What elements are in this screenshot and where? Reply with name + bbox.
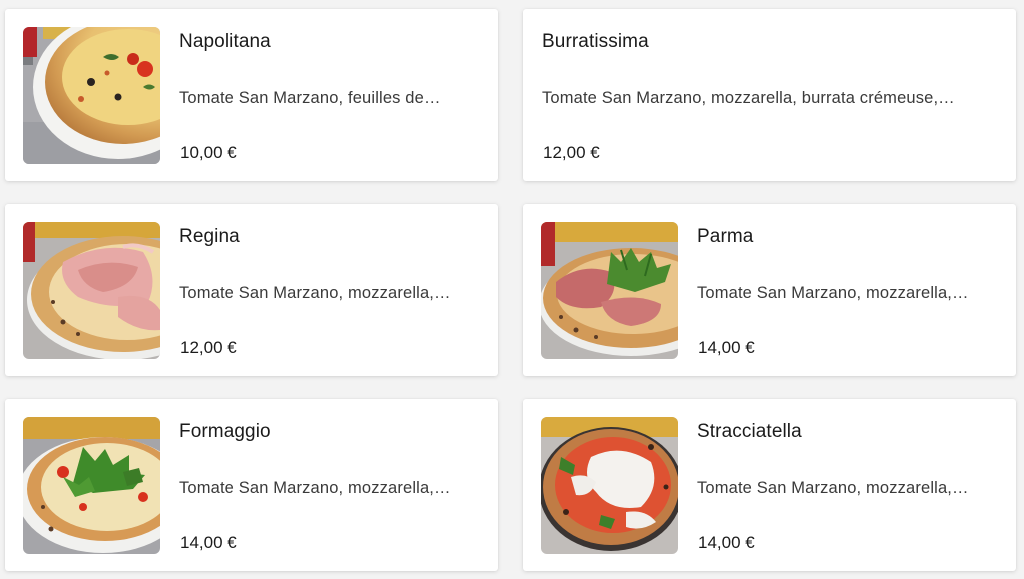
pizza-napolitana-photo bbox=[23, 27, 160, 164]
menu-item-price: 10,00 € bbox=[180, 143, 237, 162]
menu-item-card[interactable]: Burratissima Tomate San Marzano, mozzare… bbox=[523, 9, 1016, 181]
menu-item-text: Stracciatella Tomate San Marzano, mozzar… bbox=[697, 399, 996, 571]
menu-item-card[interactable]: Napolitana Tomate San Marzano, feuilles … bbox=[5, 9, 498, 181]
menu-item-name: Parma bbox=[697, 226, 754, 247]
menu-item-name: Regina bbox=[179, 226, 240, 247]
menu-item-card[interactable]: Regina Tomate San Marzano, mozzarella,… … bbox=[5, 204, 498, 376]
menu-item-text: Formaggio Tomate San Marzano, mozzarella… bbox=[179, 399, 478, 571]
menu-item-name: Formaggio bbox=[179, 421, 271, 442]
menu-item-description: Tomate San Marzano, mozzarella,… bbox=[179, 284, 451, 302]
menu-item-price: 14,00 € bbox=[698, 338, 755, 357]
pizza-formaggio-photo bbox=[23, 417, 160, 554]
menu-item-price: 14,00 € bbox=[180, 533, 237, 552]
menu-item-card[interactable]: Parma Tomate San Marzano, mozzarella,… 1… bbox=[523, 204, 1016, 376]
menu-item-name: Napolitana bbox=[179, 31, 271, 52]
menu-item-price: 12,00 € bbox=[180, 338, 237, 357]
pizza-stracciatella-photo bbox=[541, 417, 678, 554]
menu-item-name: Stracciatella bbox=[697, 421, 802, 442]
menu-item-description: Tomate San Marzano, mozzarella, burrata … bbox=[542, 89, 955, 107]
menu-item-text: Napolitana Tomate San Marzano, feuilles … bbox=[179, 9, 478, 181]
menu-item-description: Tomate San Marzano, mozzarella,… bbox=[697, 284, 969, 302]
pizza-parma-photo bbox=[541, 222, 678, 359]
menu-grid: Napolitana Tomate San Marzano, feuilles … bbox=[0, 0, 1024, 579]
menu-item-card[interactable]: Stracciatella Tomate San Marzano, mozzar… bbox=[523, 399, 1016, 571]
menu-item-price: 14,00 € bbox=[698, 533, 755, 552]
menu-item-description: Tomate San Marzano, mozzarella,… bbox=[179, 479, 451, 497]
menu-item-text: Burratissima Tomate San Marzano, mozzare… bbox=[542, 9, 996, 181]
menu-item-price: 12,00 € bbox=[543, 143, 600, 162]
pizza-regina-photo bbox=[23, 222, 160, 359]
menu-item-description: Tomate San Marzano, feuilles de… bbox=[179, 89, 441, 107]
menu-item-text: Parma Tomate San Marzano, mozzarella,… 1… bbox=[697, 204, 996, 376]
menu-item-description: Tomate San Marzano, mozzarella,… bbox=[697, 479, 969, 497]
menu-item-card[interactable]: Formaggio Tomate San Marzano, mozzarella… bbox=[5, 399, 498, 571]
menu-item-name: Burratissima bbox=[542, 31, 649, 52]
menu-item-text: Regina Tomate San Marzano, mozzarella,… … bbox=[179, 204, 478, 376]
